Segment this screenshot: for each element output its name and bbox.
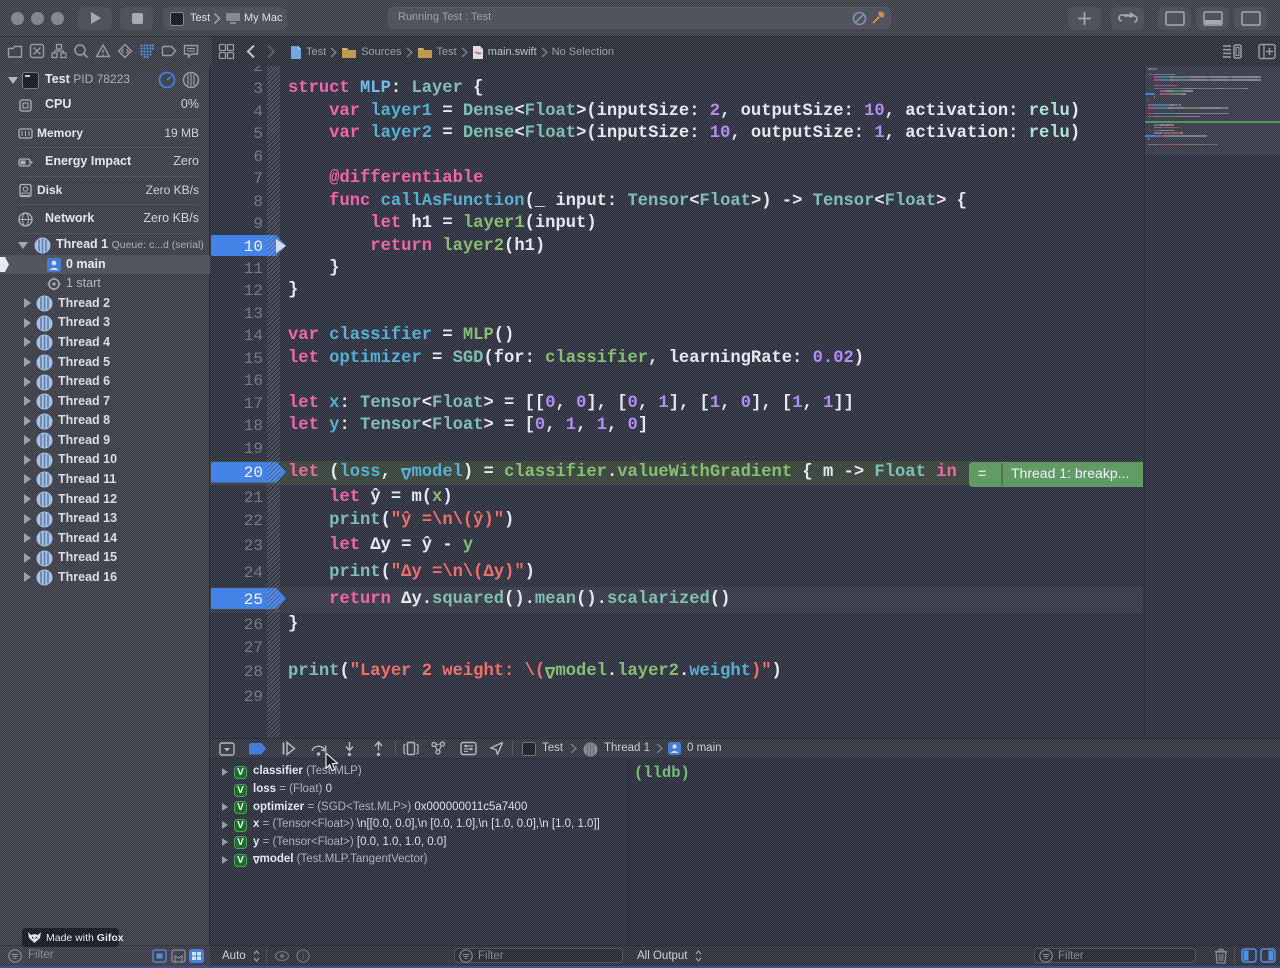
svg-text:i: i xyxy=(302,951,305,961)
